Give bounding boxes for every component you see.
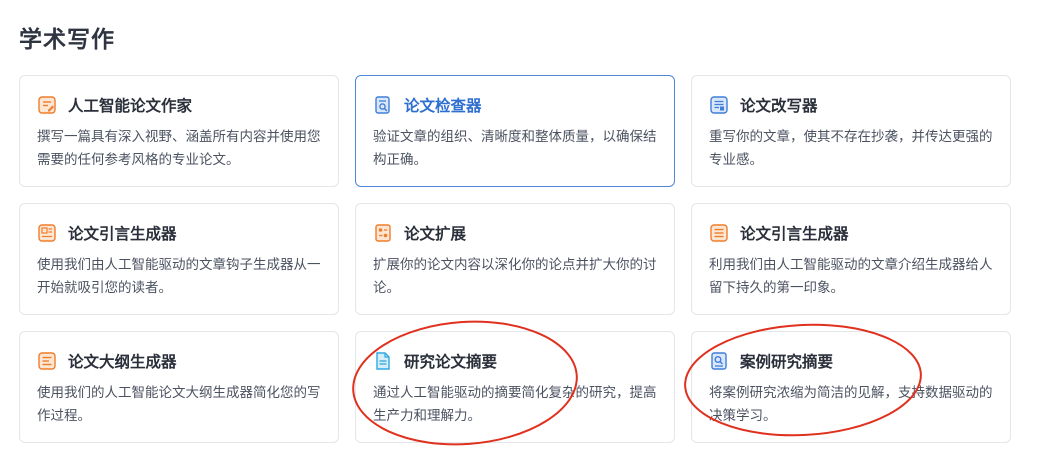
document-expand-icon bbox=[373, 223, 393, 243]
card-description: 使用我们的人工智能论文大纲生成器简化您的写作过程。 bbox=[37, 385, 321, 424]
card-description: 撰写一篇具有深入视野、涵盖所有内容并使用您需要的任何参考风格的专业论文。 bbox=[37, 129, 321, 168]
card-essay-rewriter[interactable]: 论文改写器 重写你的文章，使其不存在抄袭，并传达更强的专业感。 bbox=[691, 75, 1011, 187]
card-description: 扩展你的论文内容以深化你的论点并扩大你的讨论。 bbox=[373, 257, 657, 296]
card-essay-expander[interactable]: 论文扩展 扩展你的论文内容以深化你的论点并扩大你的讨论。 bbox=[355, 203, 675, 315]
card-title: 论文扩展 bbox=[404, 225, 467, 243]
card-essay-checker[interactable]: 论文检查器 验证文章的组织、清晰度和整体质量，以确保结构正确。 bbox=[355, 75, 675, 187]
document-rewrite-icon bbox=[709, 95, 729, 115]
tool-card-grid: 人工智能论文作家 撰写一篇具有深入视野、涵盖所有内容并使用您需要的任何参考风格的… bbox=[19, 75, 1011, 443]
card-description: 重写你的文章，使其不存在抄袭，并传达更强的专业感。 bbox=[709, 129, 993, 168]
outline-document-icon bbox=[37, 351, 57, 371]
card-description: 验证文章的组织、清晰度和整体质量，以确保结构正确。 bbox=[373, 129, 657, 168]
card-essay-intro-generator-2[interactable]: 论文引言生成器 利用我们由人工智能驱动的文章介绍生成器给人留下持久的第一印象。 bbox=[691, 203, 1011, 315]
card-title: 案例研究摘要 bbox=[740, 353, 834, 371]
case-study-icon bbox=[709, 351, 729, 371]
card-title: 论文检查器 bbox=[404, 97, 482, 115]
text-document-icon bbox=[709, 223, 729, 243]
card-research-paper-summary[interactable]: 研究论文摘要 通过人工智能驱动的摘要简化复杂的研究，提高生产力和理解力。 bbox=[355, 331, 675, 443]
card-title: 论文引言生成器 bbox=[740, 225, 849, 243]
card-title: 论文大纲生成器 bbox=[68, 353, 177, 371]
card-essay-intro-generator[interactable]: 论文引言生成器 使用我们由人工智能驱动的文章钩子生成器从一开始就吸引您的读者。 bbox=[19, 203, 339, 315]
section-title: 学术写作 bbox=[19, 27, 115, 53]
card-ai-essay-writer[interactable]: 人工智能论文作家 撰写一篇具有深入视野、涵盖所有内容并使用您需要的任何参考风格的… bbox=[19, 75, 339, 187]
document-search-icon bbox=[373, 95, 393, 115]
academic-writing-page: 学术写作 人工智能论文作家 撰写一篇具有深入视野、涵盖所有内容并使用您需要的任何… bbox=[0, 0, 1048, 457]
card-case-study-summary[interactable]: 案例研究摘要 将案例研究浓缩为简洁的见解，支持数据驱动的决策学习。 bbox=[691, 331, 1011, 443]
card-description: 将案例研究浓缩为简洁的见解，支持数据驱动的决策学习。 bbox=[709, 385, 993, 424]
card-title: 论文引言生成器 bbox=[68, 225, 177, 243]
card-title: 研究论文摘要 bbox=[404, 353, 498, 371]
card-description: 使用我们由人工智能驱动的文章钩子生成器从一开始就吸引您的读者。 bbox=[37, 257, 321, 296]
card-essay-outline-generator[interactable]: 论文大纲生成器 使用我们的人工智能论文大纲生成器简化您的写作过程。 bbox=[19, 331, 339, 443]
card-title: 人工智能论文作家 bbox=[68, 97, 193, 115]
image-document-icon bbox=[37, 223, 57, 243]
research-document-icon bbox=[373, 351, 393, 371]
card-title: 论文改写器 bbox=[740, 97, 818, 115]
card-description: 通过人工智能驱动的摘要简化复杂的研究，提高生产力和理解力。 bbox=[373, 385, 657, 424]
pen-on-paper-icon bbox=[37, 95, 57, 115]
card-description: 利用我们由人工智能驱动的文章介绍生成器给人留下持久的第一印象。 bbox=[709, 257, 993, 296]
